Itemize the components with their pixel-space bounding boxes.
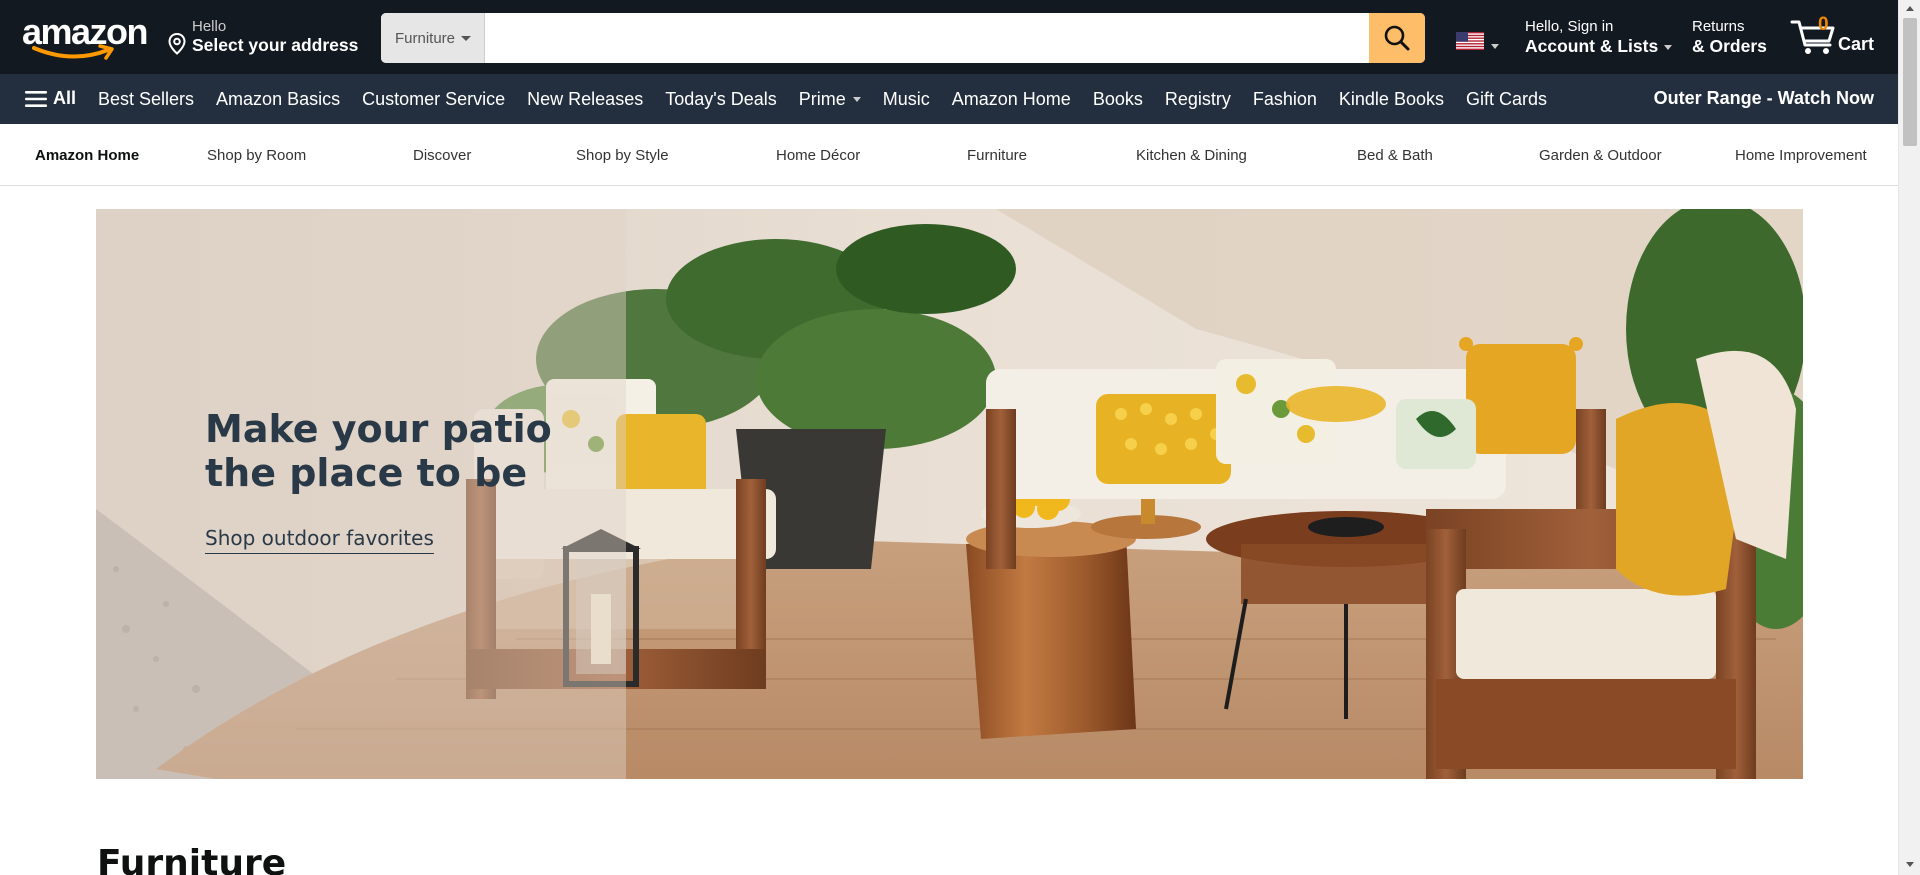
chevron-down-icon bbox=[852, 96, 861, 102]
cart-count: 0 bbox=[1818, 14, 1829, 35]
returns-and-orders[interactable]: Returns & Orders bbox=[1692, 18, 1767, 57]
hero-banner[interactable]: Make your patio the place to be Shop out… bbox=[96, 209, 1803, 779]
all-menu-button[interactable]: All bbox=[25, 88, 76, 109]
scroll-down-arrow-icon[interactable] bbox=[1906, 862, 1914, 867]
subnav-item-amazon-home[interactable]: Amazon Home bbox=[35, 147, 139, 164]
subnav-item-bed-bath[interactable]: Bed & Bath bbox=[1357, 147, 1433, 164]
top-nav-bar: amazon Hello Select your address Furnitu… bbox=[0, 0, 1898, 74]
nav-item-label: Gift Cards bbox=[1465, 88, 1548, 109]
account-label-wrap: Account & Lists bbox=[1525, 36, 1673, 57]
nav-item-label: Amazon Home bbox=[951, 88, 1071, 109]
cart-icon bbox=[1790, 20, 1835, 54]
promo-link-outer-range[interactable]: Outer Range - Watch Now bbox=[1654, 88, 1874, 109]
cart-button[interactable]: 0 Cart bbox=[1790, 14, 1890, 60]
location-pin-icon bbox=[168, 33, 186, 55]
nav-item-amazon-basics[interactable]: Amazon Basics bbox=[216, 89, 340, 110]
subnav-item-furniture[interactable]: Furniture bbox=[967, 147, 1027, 164]
section-title-furniture: Furniture bbox=[97, 843, 287, 875]
subnav-item-shop-by-style[interactable]: Shop by Style bbox=[576, 147, 669, 164]
orders-label: & Orders bbox=[1692, 36, 1767, 56]
chevron-down-icon bbox=[1664, 44, 1673, 50]
nav-item-music[interactable]: Music bbox=[883, 89, 930, 110]
subnav-item-discover[interactable]: Discover bbox=[413, 147, 471, 164]
main-nav-bar: All Best Sellers Amazon Basics Customer … bbox=[0, 74, 1898, 124]
amazon-home-subnav: Amazon Home Shop by Room Discover Shop b… bbox=[0, 124, 1898, 186]
us-flag-icon[interactable] bbox=[1456, 32, 1484, 50]
subnav-item-kitchen-dining[interactable]: Kitchen & Dining bbox=[1136, 147, 1247, 164]
amazon-logo[interactable]: amazon bbox=[22, 14, 149, 60]
nav-item-label: Registry bbox=[1164, 88, 1231, 109]
subnav-item-home-decor[interactable]: Home Décor bbox=[776, 147, 860, 164]
nav-item-label: Best Sellers bbox=[98, 88, 195, 109]
subnav-item-garden-outdoor[interactable]: Garden & Outdoor bbox=[1539, 147, 1662, 164]
subnav-item-home-improvement[interactable]: Home Improvement bbox=[1735, 147, 1867, 164]
hero-headline-line1: Make your patio bbox=[205, 407, 552, 451]
nav-item-prime[interactable]: Prime bbox=[799, 89, 861, 110]
cart-label: Cart bbox=[1838, 34, 1875, 54]
search-input[interactable] bbox=[485, 13, 1349, 63]
nav-item-label: Amazon Basics bbox=[216, 88, 341, 109]
nav-item-amazon-home[interactable]: Amazon Home bbox=[952, 89, 1071, 110]
nav-item-label: Fashion bbox=[1252, 88, 1317, 109]
hero-headline: Make your patio the place to be bbox=[205, 407, 565, 495]
nav-item-todays-deals[interactable]: Today's Deals bbox=[665, 89, 777, 110]
hamburger-menu-icon bbox=[25, 90, 47, 107]
search-category-dropdown[interactable]: Furniture bbox=[381, 13, 485, 63]
location-label: Select your address bbox=[192, 35, 359, 55]
search-bar: Furniture bbox=[381, 13, 1425, 63]
nav-item-label: Customer Service bbox=[362, 88, 506, 109]
nav-item-label: Today's Deals bbox=[665, 88, 777, 109]
nav-item-registry[interactable]: Registry bbox=[1165, 89, 1231, 110]
search-button[interactable] bbox=[1369, 13, 1425, 63]
subnav-item-shop-by-room[interactable]: Shop by Room bbox=[207, 147, 306, 164]
search-icon bbox=[1384, 25, 1410, 51]
nav-item-fashion[interactable]: Fashion bbox=[1253, 89, 1317, 110]
amazon-smile-icon bbox=[32, 44, 114, 60]
all-menu-label: All bbox=[53, 88, 77, 108]
scrollbar-thumb[interactable] bbox=[1903, 18, 1917, 146]
language-caret-icon bbox=[1491, 44, 1499, 49]
hero-headline-line2: the place to be bbox=[205, 451, 528, 495]
nav-item-best-sellers[interactable]: Best Sellers bbox=[98, 89, 194, 110]
nav-item-gift-cards[interactable]: Gift Cards bbox=[1466, 89, 1547, 110]
nav-item-label: Books bbox=[1092, 88, 1143, 109]
shop-outdoor-favorites-link[interactable]: Shop outdoor favorites bbox=[205, 526, 434, 554]
nav-item-label: Music bbox=[882, 88, 930, 109]
nav-item-label: Kindle Books bbox=[1338, 88, 1444, 109]
scroll-up-arrow-icon[interactable] bbox=[1906, 6, 1914, 11]
nav-item-label: Prime bbox=[798, 88, 846, 109]
account-greeting: Hello, Sign in bbox=[1525, 18, 1614, 35]
nav-item-books[interactable]: Books bbox=[1093, 89, 1143, 110]
nav-item-kindle-books[interactable]: Kindle Books bbox=[1339, 89, 1444, 110]
location-greeting: Hello bbox=[192, 18, 227, 35]
nav-item-label: New Releases bbox=[527, 88, 644, 109]
chevron-down-icon bbox=[461, 35, 472, 41]
account-label: Account & Lists bbox=[1525, 36, 1659, 56]
nav-item-new-releases[interactable]: New Releases bbox=[527, 89, 643, 110]
page-scrollbar[interactable] bbox=[1898, 0, 1920, 875]
amazon-home-page: amazon Hello Select your address Furnitu… bbox=[0, 0, 1920, 875]
main-nav-items: Best Sellers Amazon Basics Customer Serv… bbox=[98, 74, 1569, 124]
search-category-label: Furniture bbox=[395, 29, 456, 47]
account-and-lists[interactable]: Hello, Sign in Account & Lists bbox=[1525, 18, 1673, 57]
returns-label: Returns bbox=[1692, 18, 1745, 35]
nav-item-customer-service[interactable]: Customer Service bbox=[362, 89, 505, 110]
